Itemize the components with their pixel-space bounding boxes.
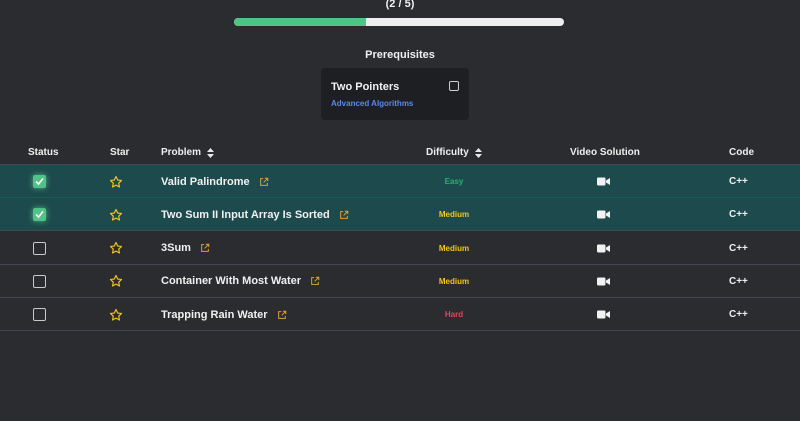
problem-link[interactable]: Two Sum II Input Array Is Sorted — [161, 209, 330, 221]
problem-link[interactable]: 3Sum — [161, 242, 191, 254]
progress-bar — [234, 18, 564, 26]
header-problem-label: Problem — [161, 147, 202, 158]
video-cell — [597, 265, 610, 298]
status-checkbox[interactable] — [33, 208, 46, 222]
star-icon[interactable] — [109, 308, 123, 322]
prerequisite-card[interactable]: Two Pointers Advanced Algorithms — [321, 68, 469, 120]
status-checkbox[interactable] — [33, 241, 46, 255]
video-cell — [597, 165, 610, 198]
code-link[interactable]: C++ — [729, 198, 748, 231]
problem-cell: Container With Most Water — [161, 265, 320, 298]
external-link-icon[interactable] — [277, 310, 287, 320]
star-icon[interactable] — [109, 208, 123, 222]
table-row: 3Sum Medium C++ — [0, 232, 800, 265]
star-icon[interactable] — [109, 175, 123, 189]
table-header: Status Star Problem Difficulty Video Sol… — [0, 140, 800, 165]
problem-link[interactable]: Trapping Rain Water — [161, 309, 268, 321]
video-camera-icon[interactable] — [597, 310, 610, 319]
video-camera-icon[interactable] — [597, 244, 610, 253]
difficulty-badge: Medium — [438, 276, 470, 286]
header-difficulty-label: Difficulty — [426, 147, 469, 158]
problem-cell: Trapping Rain Water — [161, 298, 287, 331]
problem-link[interactable]: Container With Most Water — [161, 275, 301, 287]
video-camera-icon[interactable] — [597, 210, 610, 219]
table-row: Trapping Rain Water Hard C++ — [0, 298, 800, 332]
external-link-icon[interactable] — [310, 276, 320, 286]
external-link-icon[interactable] — [200, 243, 210, 253]
code-link[interactable]: C++ — [729, 265, 748, 298]
code-link[interactable]: C++ — [729, 232, 748, 265]
video-cell — [597, 198, 610, 231]
problem-cell: Two Sum II Input Array Is Sorted — [161, 198, 349, 231]
star-cell — [109, 165, 123, 198]
table-row: Valid Palindrome Easy C++ — [0, 165, 800, 198]
code-link[interactable]: C++ — [729, 298, 748, 331]
video-cell — [597, 298, 610, 331]
status-checkbox[interactable] — [33, 274, 46, 288]
difficulty-badge: Medium — [438, 210, 470, 220]
star-icon[interactable] — [109, 274, 123, 288]
progress-count: (2 / 5) — [385, 0, 415, 10]
header-difficulty[interactable]: Difficulty — [426, 147, 482, 158]
header-problem[interactable]: Problem — [161, 147, 215, 158]
status-cell — [33, 198, 46, 231]
header-star: Star — [110, 147, 130, 158]
prerequisite-checkbox[interactable] — [449, 81, 459, 91]
status-cell — [33, 165, 46, 198]
external-link-icon[interactable] — [259, 177, 269, 187]
header-video: Video Solution — [570, 147, 640, 158]
prerequisites-title: Prerequisites — [365, 49, 435, 61]
star-icon[interactable] — [109, 241, 123, 255]
problem-list-page: (2 / 5) Prerequisites Two Pointers Advan… — [0, 0, 800, 421]
prerequisite-subtitle[interactable]: Advanced Algorithms — [331, 99, 413, 108]
video-camera-icon[interactable] — [597, 177, 610, 186]
status-checkbox[interactable] — [33, 308, 46, 322]
table-row: Container With Most Water Medium C++ — [0, 265, 800, 298]
sort-icon[interactable] — [207, 147, 215, 158]
problem-cell: Valid Palindrome — [161, 165, 269, 198]
table-row: Two Sum II Input Array Is Sorted Medium … — [0, 198, 800, 232]
status-cell — [33, 232, 46, 265]
header-code: Code — [729, 147, 754, 158]
difficulty-badge: Easy — [444, 177, 464, 186]
checkmark-icon — [35, 177, 44, 186]
progress-bar-fill — [234, 18, 366, 26]
checkmark-icon — [35, 211, 44, 219]
header-status: Status — [28, 147, 59, 158]
star-cell — [109, 298, 123, 331]
code-link[interactable]: C++ — [729, 165, 748, 198]
status-cell — [33, 265, 46, 298]
video-camera-icon[interactable] — [597, 277, 610, 286]
problem-cell: 3Sum — [161, 232, 210, 265]
external-link-icon[interactable] — [339, 210, 349, 220]
star-cell — [109, 265, 123, 298]
status-checkbox[interactable] — [33, 175, 46, 188]
difficulty-badge: Medium — [438, 243, 470, 253]
prerequisite-name: Two Pointers — [331, 81, 400, 93]
problem-link[interactable]: Valid Palindrome — [161, 176, 250, 188]
star-cell — [109, 232, 123, 265]
status-cell — [33, 298, 46, 331]
video-cell — [597, 232, 610, 265]
star-cell — [109, 198, 123, 231]
sort-icon[interactable] — [474, 147, 482, 158]
difficulty-badge: Hard — [444, 310, 464, 320]
